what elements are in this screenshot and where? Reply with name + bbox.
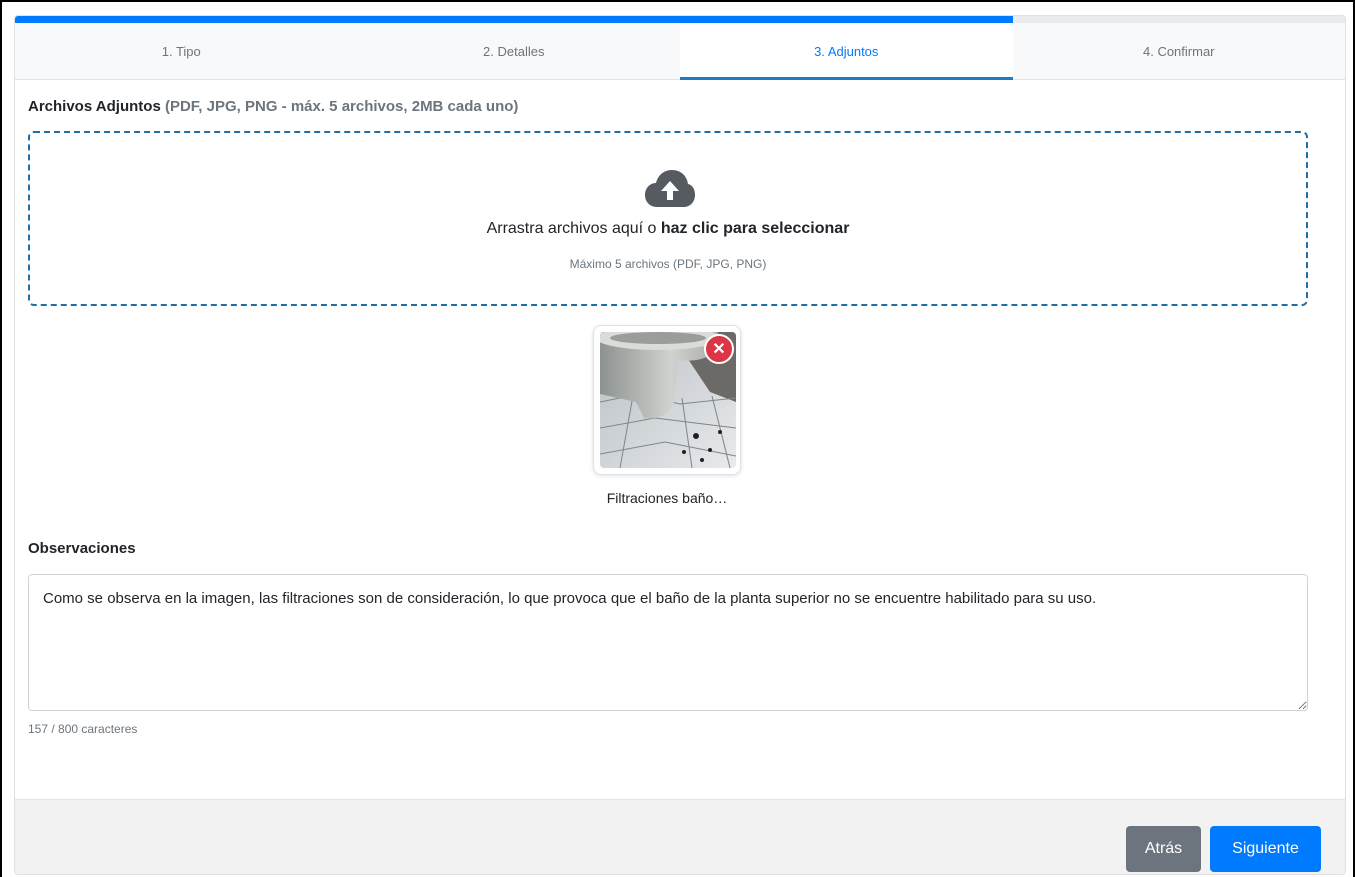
progress-bar xyxy=(15,16,1345,23)
attachment-filename: Filtraciones baño… xyxy=(606,490,728,506)
window-frame: 1. Tipo 2. Detalles 3. Adjuntos 4. Confi… xyxy=(0,0,1355,877)
back-button[interactable]: Atrás xyxy=(1126,826,1201,872)
attachments-hint: (PDF, JPG, PNG - máx. 5 archivos, 2MB ca… xyxy=(164,98,519,115)
next-button[interactable]: Siguiente xyxy=(1210,826,1321,872)
wizard-steps: 1. Tipo 2. Detalles 3. Adjuntos 4. Confi… xyxy=(15,23,1345,80)
close-icon: ✕ xyxy=(712,341,726,358)
file-dropzone[interactable]: Arrastra archivos aquí o haz clic para s… xyxy=(28,131,1308,306)
cloud-upload-icon xyxy=(645,170,695,207)
step-detalles[interactable]: 2. Detalles xyxy=(348,23,681,79)
dropzone-text: Arrastra archivos aquí o haz clic para s… xyxy=(30,220,1306,238)
dropzone-subtext: Máximo 5 archivos (PDF, JPG, PNG) xyxy=(569,257,767,271)
attachments-heading: Archivos Adjuntos (PDF, JPG, PNG - máx. … xyxy=(28,98,518,115)
observations-label: Observaciones xyxy=(28,540,136,557)
step-confirmar[interactable]: 4. Confirmar xyxy=(1013,23,1346,79)
observations-char-count: 157 / 800 caracteres xyxy=(28,722,138,736)
progress-bar-fill xyxy=(15,16,1013,23)
attachments-title: Archivos Adjuntos xyxy=(28,98,161,115)
step-adjuntos[interactable]: 3. Adjuntos xyxy=(680,23,1013,80)
dropzone-text-prefix: Arrastra archivos aquí o xyxy=(486,220,661,237)
remove-attachment-button[interactable]: ✕ xyxy=(704,334,734,364)
wizard-footer: Atrás Siguiente xyxy=(15,799,1345,874)
observations-textarea[interactable]: Como se observa en la imagen, las filtra… xyxy=(28,574,1308,711)
dropzone-select-link[interactable]: haz clic para seleccionar xyxy=(661,220,850,237)
step-tipo[interactable]: 1. Tipo xyxy=(15,23,348,79)
